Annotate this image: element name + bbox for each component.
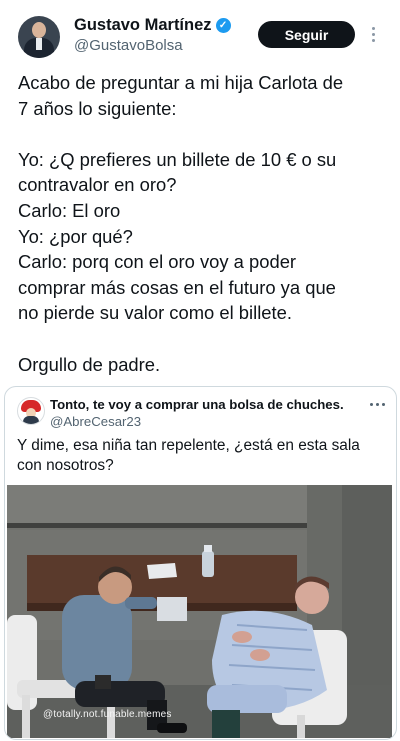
author-avatar[interactable] — [18, 16, 60, 58]
quote-text-line: con nosotros? — [17, 457, 114, 474]
quote-text-line: Y dime, esa niña tan repelente, ¿está en… — [17, 437, 360, 454]
tweet-line: comprar más cosas en el futuro ya que — [18, 276, 336, 298]
tweet-line: contravalor en oro? — [18, 174, 177, 196]
author-name[interactable]: Gustavo Martínez — [74, 16, 212, 35]
tweet-line: 7 años lo siguiente: — [18, 97, 177, 119]
quoted-tweet-card[interactable]: Tonto, te voy a comprar una bolsa de chu… — [4, 386, 397, 740]
quote-more-options-icon[interactable] — [370, 403, 385, 406]
more-options-icon[interactable] — [366, 22, 380, 46]
tweet-text: Acabo de preguntar a mi hija Carlota de … — [18, 70, 388, 377]
quote-author-handle[interactable]: @AbreCesar23 — [50, 414, 141, 429]
photo-watermark: @totally.not.funable.memes — [43, 709, 172, 720]
author-handle[interactable]: @GustavoBolsa — [74, 37, 183, 54]
tweet-line: Orgullo de padre. — [18, 353, 161, 375]
tweet-line: Yo: ¿por qué? — [18, 225, 133, 247]
tweet-line: Acabo de preguntar a mi hija Carlota de — [18, 72, 344, 93]
tweet-line: Carlo: El oro — [18, 199, 121, 221]
interrogation-room-photo[interactable]: @totally.not.funable.memes — [7, 485, 392, 738]
follow-button[interactable]: Seguir — [258, 21, 355, 48]
photo-scene — [7, 485, 392, 738]
quote-author-name[interactable]: Tonto, te voy a comprar una bolsa de chu… — [50, 397, 344, 412]
tweet-line: Yo: ¿Q prefieres un billete de 10 € o su — [18, 148, 337, 170]
tweet-line: no pierde su valor como el billete. — [18, 302, 292, 324]
author-name-row[interactable]: Gustavo Martínez ✓ — [74, 16, 231, 35]
tweet-line: Carlo: porq con el oro voy a poder — [18, 251, 297, 273]
quote-author-avatar[interactable] — [17, 397, 45, 425]
verified-badge-icon: ✓ — [215, 18, 231, 33]
quote-text: Y dime, esa niña tan repelente, ¿está en… — [17, 436, 387, 476]
